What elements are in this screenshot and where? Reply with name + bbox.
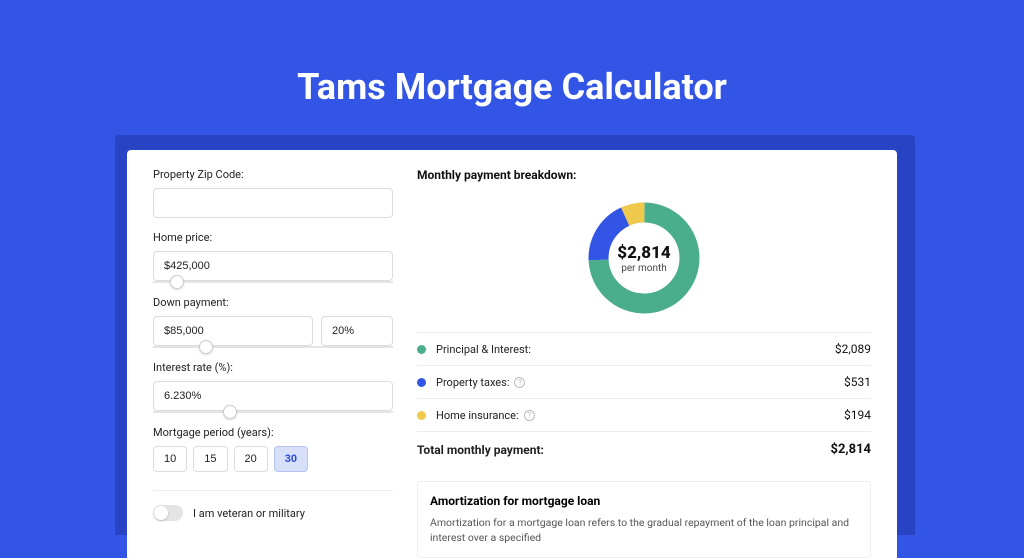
mortgage-period-group: Mortgage period (years): 1015 2030	[153, 426, 393, 472]
form-column: Property Zip Code: Home price: Down paym…	[153, 168, 393, 558]
info-icon[interactable]: ?	[514, 377, 525, 388]
period-option-10[interactable]: 10	[153, 446, 187, 472]
veteran-toggle[interactable]	[153, 505, 183, 521]
breakdown-column: Monthly payment breakdown: $2,814 per mo…	[417, 168, 871, 558]
legend-dot-icon	[417, 411, 426, 420]
total-value: $2,814	[831, 442, 872, 457]
breakdown-row-value: $194	[844, 408, 871, 422]
mortgage-period-label: Mortgage period (years):	[153, 426, 393, 439]
period-option-15[interactable]: 15	[193, 446, 227, 472]
breakdown-row-label: Home insurance:?	[436, 409, 844, 422]
donut-center: $2,814 per month	[584, 198, 704, 318]
veteran-toggle-knob	[154, 506, 168, 520]
home-price-group: Home price:	[153, 231, 393, 283]
donut-chart: $2,814 per month	[584, 198, 704, 318]
interest-rate-slider[interactable]	[153, 411, 393, 413]
interest-rate-slider-thumb[interactable]	[223, 405, 237, 419]
zip-code-input[interactable]	[153, 188, 393, 218]
donut-amount: $2,814	[617, 243, 670, 263]
down-payment-percent-input[interactable]	[321, 316, 393, 346]
breakdown-row: Home insurance:?$194	[417, 398, 871, 431]
breakdown-row-label: Property taxes:?	[436, 376, 844, 389]
down-payment-amount-input[interactable]	[153, 316, 313, 346]
home-price-label: Home price:	[153, 231, 393, 244]
home-price-input[interactable]	[153, 251, 393, 281]
interest-rate-group: Interest rate (%):	[153, 361, 393, 413]
amortization-box: Amortization for mortgage loan Amortizat…	[417, 481, 871, 558]
breakdown-title: Monthly payment breakdown:	[417, 168, 871, 182]
period-option-30[interactable]: 30	[274, 446, 308, 472]
zip-code-label: Property Zip Code:	[153, 168, 393, 181]
mortgage-period-options: 1015 2030	[153, 446, 393, 472]
donut-sublabel: per month	[621, 263, 667, 274]
donut-chart-wrap: $2,814 per month	[417, 186, 871, 332]
info-icon[interactable]: ?	[524, 410, 535, 421]
breakdown-row: Property taxes:?$531	[417, 365, 871, 398]
home-price-slider-thumb[interactable]	[170, 275, 184, 289]
total-label: Total monthly payment:	[417, 442, 831, 457]
total-row: Total monthly payment: $2,814	[417, 431, 871, 467]
breakdown-row-value: $531	[844, 375, 871, 389]
breakdown-row-label: Principal & Interest:	[436, 343, 835, 356]
home-price-slider[interactable]	[153, 281, 393, 283]
zip-code-group: Property Zip Code:	[153, 168, 393, 218]
interest-rate-input[interactable]	[153, 381, 393, 411]
down-payment-slider[interactable]	[153, 346, 393, 348]
down-payment-label: Down payment:	[153, 296, 393, 309]
legend-dot-icon	[417, 378, 426, 387]
veteran-toggle-row: I am veteran or military	[153, 490, 393, 521]
legend-dot-icon	[417, 345, 426, 354]
down-payment-group: Down payment:	[153, 296, 393, 348]
amortization-text: Amortization for a mortgage loan refers …	[430, 516, 858, 545]
page-title: Tams Mortgage Calculator	[0, 0, 1024, 108]
down-payment-slider-thumb[interactable]	[199, 340, 213, 354]
interest-rate-label: Interest rate (%):	[153, 361, 393, 374]
amortization-title: Amortization for mortgage loan	[430, 494, 858, 508]
veteran-toggle-label: I am veteran or military	[193, 507, 305, 520]
breakdown-row: Principal & Interest:$2,089	[417, 332, 871, 365]
period-option-20[interactable]: 20	[234, 446, 268, 472]
breakdown-row-value: $2,089	[835, 342, 871, 356]
calculator-card: Property Zip Code: Home price: Down paym…	[127, 150, 897, 558]
